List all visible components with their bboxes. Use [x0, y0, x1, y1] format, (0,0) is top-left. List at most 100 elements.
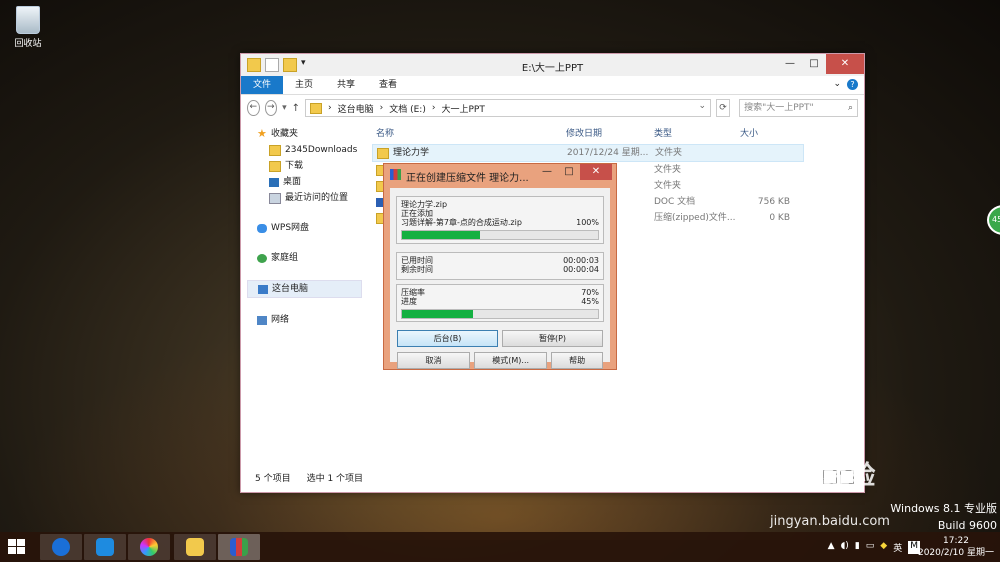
status-bar: 5 个项目 选中 1 个项目	[255, 471, 363, 484]
up-button[interactable]: ↑	[292, 103, 300, 114]
file-progress-bar	[401, 230, 599, 240]
remaining-label: 剩余时间	[401, 265, 433, 274]
file-progress-fill	[402, 231, 481, 239]
title-bar[interactable]: ▾ E:\大一上PPT — □ ✕	[241, 54, 864, 76]
total-progress-bar	[401, 309, 599, 319]
sidebar-item-recent[interactable]: 最近访问的位置	[247, 190, 362, 206]
recycle-bin-label: 回收站	[14, 39, 42, 49]
search-input[interactable]: 搜索"大一上PPT" ⌕	[739, 99, 859, 117]
baidu-watermark-url: jingyan.baidu.com	[770, 514, 890, 529]
close-button[interactable]: ✕	[826, 54, 864, 74]
app-icon	[140, 538, 158, 556]
mode-button[interactable]: 模式(M)...	[474, 352, 548, 369]
pause-button[interactable]: 暂停(P)	[502, 330, 603, 347]
selected-count: 选中 1 个项目	[306, 474, 364, 484]
homegroup-icon	[257, 253, 267, 263]
item-count: 5 个项目	[255, 474, 291, 484]
sidebar-item-downloads[interactable]: 下载	[247, 158, 362, 174]
taskbar-browser[interactable]	[40, 534, 82, 560]
sidebar-item-wps-cloud[interactable]: WPS网盘	[247, 220, 362, 236]
start-button[interactable]	[8, 539, 26, 555]
column-name[interactable]: 名称	[372, 124, 566, 144]
star-icon: ★	[257, 127, 267, 140]
winrar-icon	[230, 538, 248, 556]
ratio-label: 压缩率	[401, 288, 425, 297]
sidebar-item-homegroup[interactable]: 家庭组	[247, 250, 362, 266]
volume-icon[interactable]: ◖)	[841, 541, 849, 554]
column-headers: 名称 修改日期 类型 大小	[372, 124, 804, 144]
recycle-bin[interactable]: 回收站	[8, 6, 48, 49]
sidebar-item-network[interactable]: 网络	[247, 312, 362, 328]
dialog-maximize-button[interactable]: □	[558, 164, 580, 180]
search-icon: ⌕	[847, 103, 854, 113]
navigation-bar: ← → ▾ ↑ › 这台电脑 › 文档 (E:) › 大一上PPT ⌄ ⟳ 搜索…	[241, 95, 864, 121]
ime-indicator[interactable]: 英	[893, 541, 902, 554]
tab-share[interactable]: 共享	[325, 76, 367, 94]
archive-name: 理论力学.zip	[401, 200, 448, 209]
refresh-button[interactable]: ⟳	[716, 99, 731, 117]
network-tray-icon[interactable]: ▮	[855, 541, 860, 554]
taskbar-winrar[interactable]	[218, 534, 260, 560]
recent-locations-icon[interactable]: ▾	[282, 103, 287, 113]
adding-label: 正在添加	[401, 209, 433, 218]
navigation-pane: ★ 收藏夹 2345Downloads 下载 桌面 最近访问的位置 WPS网盘 …	[247, 126, 362, 328]
network-icon	[257, 315, 267, 325]
elapsed-value: 00:00:03	[563, 256, 599, 265]
column-type[interactable]: 类型	[654, 124, 740, 144]
column-size[interactable]: 大小	[740, 124, 790, 144]
total-progress-box: 压缩率 70% 进度 45%	[396, 284, 604, 322]
maximize-button[interactable]: □	[802, 54, 826, 74]
tab-view[interactable]: 查看	[367, 76, 409, 94]
address-bar[interactable]: › 这台电脑 › 文档 (E:) › 大一上PPT ⌄	[305, 99, 712, 117]
column-date[interactable]: 修改日期	[566, 124, 654, 144]
baidu-watermark-logo: Bai 经验	[768, 461, 876, 491]
tab-home[interactable]: 主页	[283, 76, 325, 94]
file-percent: 100%	[576, 218, 599, 227]
ribbon-tabs: 文件 主页 共享 查看 ⌄ ?	[241, 76, 864, 95]
dialog-minimize-button[interactable]: —	[536, 164, 558, 180]
table-row[interactable]: 理论力学 2017/12/24 星期... 文件夹	[372, 144, 804, 162]
remaining-value: 00:00:04	[563, 265, 599, 274]
progress-label: 进度	[401, 297, 417, 306]
help-icon[interactable]: ?	[847, 79, 858, 90]
current-file: 习题详解-第7章-点的合成运动.zip	[401, 218, 522, 227]
sidebar-item-this-pc[interactable]: 这台电脑	[247, 280, 362, 298]
dialog-body: 理论力学.zip 正在添加 习题详解-第7章-点的合成运动.zip 100% 已用…	[390, 188, 610, 369]
taskbar-phone-app[interactable]	[84, 534, 126, 560]
browser-icon	[52, 538, 70, 556]
phone-icon	[96, 538, 114, 556]
clock[interactable]: 17:22 2020/2/10 星期一	[918, 535, 994, 559]
folder-icon	[377, 147, 389, 159]
show-hidden-icons[interactable]: ▲	[828, 541, 835, 554]
sidebar-item-desktop[interactable]: 桌面	[247, 174, 362, 190]
back-button[interactable]: ←	[247, 100, 260, 116]
breadcrumb-folder[interactable]: 大一上PPT	[441, 102, 484, 115]
minimize-button[interactable]: —	[778, 54, 802, 74]
cancel-button[interactable]: 取消	[397, 352, 471, 369]
breadcrumb-this-pc[interactable]: 这台电脑	[338, 102, 374, 115]
recent-icon	[269, 192, 281, 204]
forward-button[interactable]: →	[264, 100, 278, 116]
download-folder-icon	[269, 160, 281, 172]
tab-file[interactable]: 文件	[241, 76, 284, 94]
background-button[interactable]: 后台(B)	[397, 330, 498, 347]
floating-speed-ball[interactable]: 45	[987, 205, 1000, 235]
sidebar-item-2345downloads[interactable]: 2345Downloads	[247, 142, 362, 158]
dialog-title-bar[interactable]: 正在创建压缩文件 理论力... — □ ✕	[384, 164, 616, 186]
taskbar-file-explorer[interactable]	[174, 534, 216, 560]
ratio-value: 70%	[581, 288, 599, 297]
elapsed-label: 已用时间	[401, 256, 433, 265]
address-dropdown-icon[interactable]: ⌄	[698, 101, 706, 111]
os-version-watermark: Windows 8.1 专业版 Build 9600	[890, 502, 997, 532]
help-button[interactable]: 帮助	[551, 352, 603, 369]
security-icon[interactable]: ◆	[880, 541, 887, 554]
folder-icon	[269, 144, 281, 156]
breadcrumb-drive-e[interactable]: 文档 (E:)	[389, 102, 426, 115]
dialog-close-button[interactable]: ✕	[580, 164, 612, 180]
expand-ribbon-icon[interactable]: ⌄	[833, 79, 841, 90]
sidebar-item-favorites[interactable]: ★ 收藏夹	[247, 126, 362, 142]
power-icon[interactable]: ▭	[866, 541, 875, 554]
clock-time: 17:22	[943, 536, 969, 546]
taskbar-colorful-app[interactable]	[128, 534, 170, 560]
folder-icon	[310, 102, 323, 114]
